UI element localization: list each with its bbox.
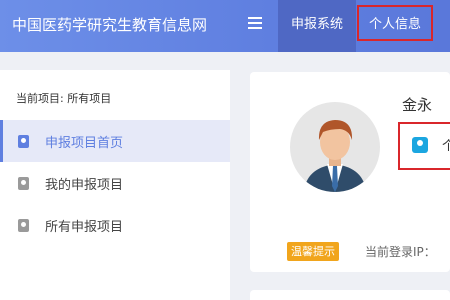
sidebar-item-all-projects[interactable]: 所有申报项目 <box>0 204 230 246</box>
secondary-card <box>250 290 450 300</box>
sidebar: 当前项目: 所有项目 申报项目首页 我的申报项目 所有申报项目 <box>0 70 230 300</box>
sidebar-item-label: 申报项目首页 <box>45 136 124 151</box>
tab-declaration-system[interactable]: 申报系统 <box>278 0 356 52</box>
profile-link-text[interactable]: 个 <box>442 135 450 154</box>
current-project-label: 当前项目: 所有项目 <box>16 92 112 105</box>
top-navigation-bar: 中国医药学研究生教育信息网 申报系统 个人信息 <box>0 0 450 52</box>
person-icon[interactable] <box>412 137 428 153</box>
profile-card: 金永 个 温馨提示 当前登录IP： <box>250 72 450 272</box>
sidebar-item-home[interactable]: 申报项目首页 <box>0 120 230 162</box>
user-card-icon <box>18 219 29 232</box>
site-title[interactable]: 中国医药学研究生教育信息网 <box>12 14 207 35</box>
sidebar-item-my-projects[interactable]: 我的申报项目 <box>0 162 230 204</box>
user-name: 金永 <box>402 96 433 114</box>
tip-badge: 温馨提示 <box>287 242 339 261</box>
sidebar-item-label: 我的申报项目 <box>45 178 124 193</box>
user-card-icon <box>18 135 29 148</box>
tab-highlight-box <box>357 5 433 41</box>
user-card-icon <box>18 177 29 190</box>
login-ip-label: 当前登录IP： <box>365 245 436 259</box>
sidebar-item-label: 所有申报项目 <box>45 220 124 235</box>
hamburger-menu-icon[interactable] <box>248 17 262 29</box>
user-avatar <box>290 102 380 192</box>
